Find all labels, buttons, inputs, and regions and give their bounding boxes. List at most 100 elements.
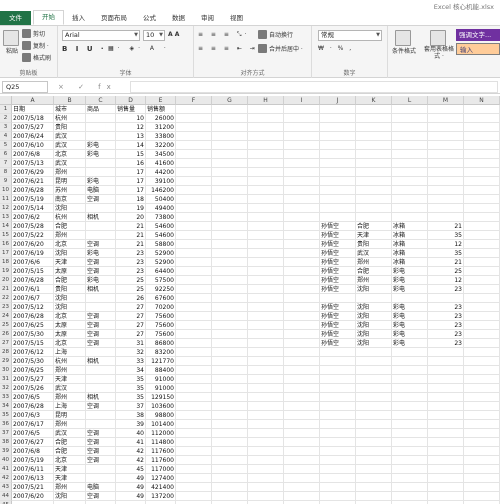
wrap-text-button[interactable]: 自动换行 xyxy=(258,30,293,39)
sheet-cell[interactable] xyxy=(284,249,320,258)
sheet-cell[interactable] xyxy=(464,312,500,321)
sheet-cell[interactable] xyxy=(320,213,356,222)
sheet-cell[interactable]: 2007/6/1 xyxy=(12,285,54,294)
sheet-cell[interactable]: 天津 xyxy=(54,465,86,474)
sheet-cell[interactable]: 121770 xyxy=(146,357,176,366)
sheet-cell[interactable]: 20 xyxy=(116,213,146,222)
sheet-cell[interactable]: 32200 xyxy=(146,141,176,150)
sheet-cell[interactable] xyxy=(464,249,500,258)
sheet-cell[interactable] xyxy=(176,276,212,285)
sheet-cell[interactable]: 18 xyxy=(116,195,146,204)
sheet-cell[interactable] xyxy=(284,186,320,195)
sheet-cell[interactable]: 2007/6/20 xyxy=(12,492,54,501)
sheet-cell[interactable] xyxy=(464,375,500,384)
sheet-cell[interactable] xyxy=(176,312,212,321)
sheet-cell[interactable] xyxy=(248,348,284,357)
sheet-cell[interactable]: 昆明 xyxy=(54,177,86,186)
sheet-cell[interactable] xyxy=(428,204,464,213)
sheet-cell[interactable] xyxy=(248,195,284,204)
sheet-cell[interactable] xyxy=(176,285,212,294)
side-table-cell[interactable]: 孙悟空 xyxy=(320,339,356,348)
sheet-cell[interactable] xyxy=(464,357,500,366)
sheet-cell[interactable] xyxy=(284,330,320,339)
merge-center-button[interactable]: 合并后居中 · xyxy=(258,44,303,53)
sheet-cell[interactable] xyxy=(320,195,356,204)
sheet-cell[interactable] xyxy=(392,438,428,447)
sheet-cell[interactable]: 合肥 xyxy=(54,222,86,231)
row-header[interactable]: 24 xyxy=(0,312,12,321)
sheet-cell[interactable] xyxy=(464,420,500,429)
sheet-cell[interactable] xyxy=(284,222,320,231)
sheet-cell[interactable]: 南京 xyxy=(54,195,86,204)
sheet-cell[interactable] xyxy=(392,474,428,483)
sheet-cell[interactable] xyxy=(212,429,248,438)
sheet-cell[interactable] xyxy=(248,384,284,393)
sheet-cell[interactable] xyxy=(212,276,248,285)
sheet-cell[interactable]: 武汉 xyxy=(54,159,86,168)
sheet-cell[interactable]: 空调 xyxy=(86,267,116,276)
sheet-cell[interactable] xyxy=(86,168,116,177)
sheet-cell[interactable] xyxy=(212,402,248,411)
sheet-cell[interactable] xyxy=(392,456,428,465)
side-table-cell[interactable]: 合肥 xyxy=(356,222,392,231)
sheet-cell[interactable]: 杭州 xyxy=(54,213,86,222)
sheet-cell[interactable] xyxy=(320,141,356,150)
sheet-cell[interactable] xyxy=(320,105,356,114)
sheet-cell[interactable]: 武汉 xyxy=(54,132,86,141)
sheet-cell[interactable] xyxy=(392,150,428,159)
sheet-cell[interactable]: 销售额 xyxy=(146,105,176,114)
sheet-cell[interactable]: 75600 xyxy=(146,330,176,339)
side-table-cell[interactable]: 冰箱 xyxy=(392,222,428,231)
sheet-cell[interactable] xyxy=(284,492,320,501)
row-header[interactable]: 1 xyxy=(0,105,12,114)
sheet-cell[interactable] xyxy=(176,483,212,492)
side-table-cell[interactable]: 彩电 xyxy=(392,285,428,294)
sheet-cell[interactable]: 14 xyxy=(116,141,146,150)
sheet-cell[interactable] xyxy=(464,150,500,159)
sheet-cell[interactable]: 相机 xyxy=(86,213,116,222)
sheet-cell[interactable] xyxy=(356,195,392,204)
sheet-cell[interactable]: 21 xyxy=(116,240,146,249)
sheet-cell[interactable]: 2007/6/7 xyxy=(12,294,54,303)
formula-input[interactable] xyxy=(130,81,498,93)
column-header[interactable]: I xyxy=(284,96,320,105)
sheet-cell[interactable] xyxy=(320,132,356,141)
side-table-cell[interactable]: 23 xyxy=(428,285,464,294)
sheet-cell[interactable] xyxy=(248,357,284,366)
sheet-cell[interactable] xyxy=(284,177,320,186)
sheet-cell[interactable]: 郑州 xyxy=(54,366,86,375)
sheet-cell[interactable] xyxy=(428,420,464,429)
sheet-cell[interactable]: 杭州 xyxy=(54,357,86,366)
sheet-cell[interactable] xyxy=(176,303,212,312)
sheet-cell[interactable] xyxy=(320,123,356,132)
side-table-cell[interactable]: 冰箱 xyxy=(392,231,428,240)
sheet-cell[interactable] xyxy=(320,393,356,402)
sheet-cell[interactable] xyxy=(176,159,212,168)
sheet-cell[interactable] xyxy=(248,321,284,330)
sheet-cell[interactable] xyxy=(428,213,464,222)
sheet-cell[interactable] xyxy=(212,267,248,276)
sheet-cell[interactable]: 杭州 xyxy=(54,114,86,123)
sheet-cell[interactable] xyxy=(212,411,248,420)
sheet-cell[interactable] xyxy=(248,186,284,195)
sheet-cell[interactable] xyxy=(86,222,116,231)
sheet-cell[interactable]: 空调 xyxy=(86,330,116,339)
sheet-cell[interactable]: 19 xyxy=(116,204,146,213)
sheet-cell[interactable] xyxy=(284,195,320,204)
side-table-cell[interactable]: 孙悟空 xyxy=(320,258,356,267)
sheet-cell[interactable]: 空调 xyxy=(86,429,116,438)
sheet-cell[interactable] xyxy=(428,150,464,159)
sheet-cell[interactable] xyxy=(176,267,212,276)
sheet-cell[interactable] xyxy=(176,402,212,411)
sheet-cell[interactable] xyxy=(464,330,500,339)
sheet-cell[interactable]: 44200 xyxy=(146,168,176,177)
sheet-cell[interactable] xyxy=(464,168,500,177)
side-table-cell[interactable]: 12 xyxy=(428,240,464,249)
sheet-cell[interactable] xyxy=(212,159,248,168)
row-header[interactable]: 9 xyxy=(0,177,12,186)
sheet-cell[interactable]: 26000 xyxy=(146,114,176,123)
sheet-cell[interactable] xyxy=(356,348,392,357)
sheet-cell[interactable] xyxy=(320,159,356,168)
sheet-cell[interactable] xyxy=(212,186,248,195)
vertical-align-buttons[interactable]: ≡ ≡ ≡ ⤡· xyxy=(198,31,250,39)
